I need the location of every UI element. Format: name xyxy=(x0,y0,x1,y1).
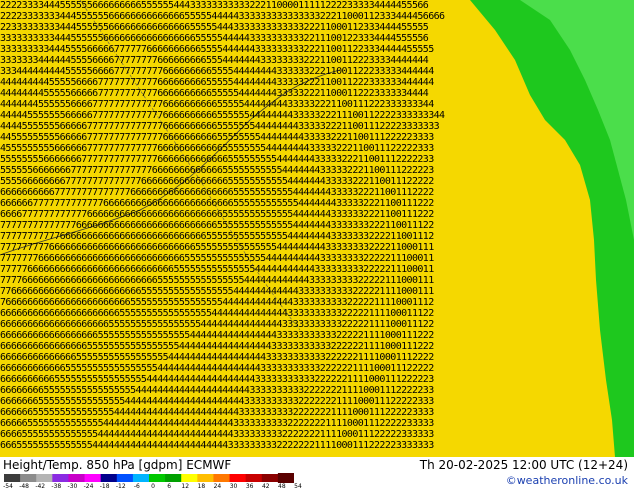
grid-row: 7777777777777766666666666666666666666666… xyxy=(0,220,434,231)
grid-row: 7766666666666666666666666655555555555555… xyxy=(0,286,434,297)
grid-row: 6666777777777777666666666666666666666666… xyxy=(0,209,434,220)
legend-tick-label: -48 xyxy=(19,483,30,490)
grid-row: 6666665555555555555554444444444444444444… xyxy=(0,407,434,418)
legend-swatch xyxy=(245,474,263,482)
legend-tick-label: 54 xyxy=(294,483,302,490)
grid-row: 7777666666666666666666666666655555555555… xyxy=(0,275,434,286)
grid-row: 6666666666666655555555555555555444444444… xyxy=(0,352,434,363)
legend-tick-label: 42 xyxy=(261,483,270,490)
grid-row: 6666666666666666555555555555555554444444… xyxy=(0,341,434,352)
value-grid: 2222333344455555566666666655555544433333… xyxy=(0,0,634,457)
map-footer: Height/Temp. 850 hPa [gdpm] ECMWF Th 20-… xyxy=(0,457,634,490)
grid-row: 3333333444444555566667777777766666666655… xyxy=(0,55,429,66)
grid-row: 7777777777766666666666666666666666666655… xyxy=(0,231,434,242)
grid-row: 2233333333344455555566666666666666655555… xyxy=(0,22,429,33)
legend-tick-label: 12 xyxy=(181,483,190,490)
legend-swatch xyxy=(277,473,294,483)
legend-swatch xyxy=(213,474,231,482)
grid-row: 7666666666666666666666665555555555555555… xyxy=(0,297,434,308)
grid-row: 3333333333444555555666666666666666665555… xyxy=(0,33,429,44)
legend-tick-label: -6 xyxy=(133,483,140,490)
grid-row: 2222333344455555566666666655555544433333… xyxy=(0,0,429,11)
legend-swatch xyxy=(197,474,214,482)
grid-row: 2222333333344455555566666666666666555554… xyxy=(0,11,445,22)
map-datetime: Th 20-02-2025 12:00 UTC (12+24) xyxy=(419,458,628,472)
legend-tick-label: 0 xyxy=(151,483,155,490)
grid-row: 5555555566666667777777777777766666666666… xyxy=(0,154,434,165)
grid-row: 6666666666555555555555555554444444444444… xyxy=(0,374,434,385)
legend-swatch xyxy=(84,474,102,482)
grid-row: 3333333334445555666667777776666666666555… xyxy=(0,44,434,55)
grid-row: 4444455555556666677777777777776666666666… xyxy=(0,110,445,121)
legend-tick-label: -42 xyxy=(35,483,46,490)
legend-tick-label: -54 xyxy=(3,483,13,490)
grid-row: 6666666666665555555555555555544444444444… xyxy=(0,363,434,374)
legend-swatch xyxy=(4,474,21,482)
legend-tick-label: -38 xyxy=(51,483,62,490)
legend-tick-label: 6 xyxy=(167,483,172,490)
grid-row: 3334444444445555566667777777776666666665… xyxy=(0,66,434,77)
legend-tick-label: 36 xyxy=(245,483,254,490)
legend-swatch xyxy=(100,474,118,482)
credit-link[interactable]: ©weatheronline.co.uk xyxy=(506,474,628,487)
legend-swatch xyxy=(36,474,53,482)
grid-row: 4444555555566666777777777777776666666666… xyxy=(0,121,440,132)
grid-row: 6665555555555555544444444444444444444444… xyxy=(0,440,434,451)
legend-tick-label: 30 xyxy=(229,483,238,490)
grid-row: 6666666666666666666655555555555555555444… xyxy=(0,319,434,330)
legend-tick-label: -30 xyxy=(67,483,78,490)
legend-tick-label: -12 xyxy=(115,483,126,490)
grid-row: 6666666666777777777777776666666666666666… xyxy=(0,187,434,198)
legend-swatch xyxy=(132,474,150,482)
legend-tick-label: 18 xyxy=(197,483,206,490)
map-title: Height/Temp. 850 hPa [gdpm] ECMWF xyxy=(3,458,232,472)
legend-swatch xyxy=(116,474,134,482)
legend-swatch xyxy=(20,474,37,482)
grid-row: 6666666666666666665555555555555555544444… xyxy=(0,330,434,341)
legend-swatch xyxy=(181,474,198,482)
grid-row: 6666667777777777777666666666666666666666… xyxy=(0,198,434,209)
color-legend xyxy=(4,473,294,483)
legend-swatch xyxy=(229,474,247,482)
legend-tick-label: 48 xyxy=(278,483,286,490)
legend-swatch xyxy=(68,474,86,482)
grid-row: 4444444555555666677777777777776666666666… xyxy=(0,99,434,110)
grid-row: 5555666666667777777777777766666666666666… xyxy=(0,176,434,187)
grid-row: 4555555555666666777777777777766666666666… xyxy=(0,143,434,154)
grid-row: 7777766666666666666666666666666655555555… xyxy=(0,264,434,275)
weather-map: 2222333344455555566666666655555544433333… xyxy=(0,0,634,457)
grid-row: 6666666655555555555555555444444444444444… xyxy=(0,385,434,396)
grid-row: 6666666666666666666666555555555555555554… xyxy=(0,308,434,319)
legend-swatch xyxy=(149,474,166,482)
legend-swatch xyxy=(52,474,69,482)
legend-swatch xyxy=(261,474,279,482)
grid-row: 7777777666666666666666666666666666555555… xyxy=(0,253,434,264)
grid-row: 6666555555555555554444444444444444444444… xyxy=(0,429,434,440)
legend-tick-label: -24 xyxy=(83,483,94,490)
grid-row: 6666666555555555555555544444444444444444… xyxy=(0,396,434,407)
grid-row: 6666655555555555555444444444444444444444… xyxy=(0,418,434,429)
grid-row: 4444444455555666667777777777766666666665… xyxy=(0,88,429,99)
legend-tick-label: -18 xyxy=(99,483,110,490)
legend-tick-label: 24 xyxy=(213,483,222,490)
grid-row: 4455555555566666777777777777776666666666… xyxy=(0,132,434,143)
grid-row: 5555556666666777777777777777666666666666… xyxy=(0,165,434,176)
grid-row: 7777777776666666666666666666666666665555… xyxy=(0,242,434,253)
grid-row: 4444444445555566667777777777766666666655… xyxy=(0,77,434,88)
legend-swatch xyxy=(165,474,182,482)
